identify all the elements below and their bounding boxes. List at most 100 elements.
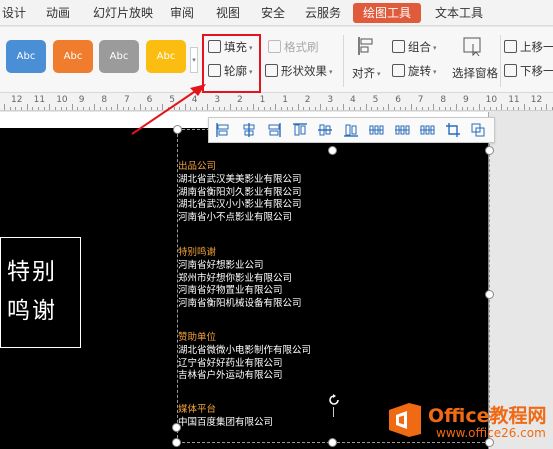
style-gallery-scroll[interactable]: ▾ (190, 47, 198, 73)
group-icon (392, 40, 405, 53)
ruler-tick (523, 104, 525, 110)
ruler-tick-label: 10 (485, 95, 498, 105)
group-button[interactable]: 组合 ▾ (392, 38, 437, 56)
ruler-tick (518, 107, 520, 110)
resize-handle[interactable] (328, 438, 337, 447)
align-icon (356, 35, 376, 57)
resize-handle[interactable] (485, 290, 494, 299)
tab-slideshow[interactable]: 幻灯片放映 (93, 0, 153, 26)
ruler-tick (422, 107, 424, 110)
selection-pane-label: 选择窗格 (452, 66, 498, 80)
ruler-tick (275, 104, 277, 110)
align-left-button[interactable] (215, 122, 231, 138)
distribute-horizontal-button[interactable] (368, 122, 384, 138)
ruler-tick (314, 107, 316, 110)
tab-design[interactable]: 设计 (2, 0, 26, 26)
ruler-tick (292, 107, 294, 110)
selection-pane-button[interactable]: 选择窗格 (452, 64, 498, 82)
tab-animation[interactable]: 动画 (46, 0, 70, 26)
ruler-tick-label: 4 (350, 95, 356, 105)
ruler-tick (433, 104, 435, 110)
resize-handle[interactable] (485, 146, 494, 155)
rotate-label: 旋转 (408, 64, 431, 78)
ruler-tick-label: 11 (508, 95, 520, 105)
tab-view[interactable]: 视图 (216, 0, 240, 26)
ruler-tick (43, 107, 45, 110)
align-bottom-button[interactable] (343, 122, 359, 138)
shape-style-orange[interactable]: Abc (53, 40, 93, 73)
rotate-handle-icon[interactable] (327, 393, 341, 407)
ruler-tick-label: 9 (78, 95, 85, 105)
align-left-icon (215, 123, 231, 141)
format-brush-button[interactable]: 格式刷 (268, 38, 319, 56)
shape-style-yellow[interactable]: Abc (146, 40, 186, 73)
resize-handle[interactable] (172, 423, 181, 432)
align-label: 对齐 (352, 66, 375, 80)
crop-icon (445, 123, 461, 141)
group-shapes-button[interactable] (470, 122, 486, 138)
menu-bar: 设计 动画 幻灯片放映 审阅 视图 安全 云服务 绘图工具 文本工具 (0, 0, 553, 26)
ruler-tick (9, 107, 11, 110)
bring-forward-button[interactable]: 上移一 (504, 38, 553, 56)
ruler-tick-label: 1 (282, 95, 288, 105)
ruler-tick-label: 9 (463, 95, 469, 105)
ruler-tick (246, 107, 248, 110)
ruler-tick (218, 107, 220, 110)
ruler-tick-label: 2 (237, 95, 243, 105)
ruler-tick (280, 107, 282, 110)
watermark-url: www.office26.com (436, 426, 546, 440)
tab-text-tools[interactable]: 文本工具 (435, 0, 483, 26)
tab-drawing-tools[interactable]: 绘图工具 (353, 3, 422, 23)
tab-cloud-service[interactable]: 云服务 (305, 0, 341, 26)
tab-security[interactable]: 安全 (261, 0, 285, 26)
ruler-tick (15, 107, 17, 110)
shape-style-gray[interactable]: Abc (99, 40, 139, 73)
ruler-tick (122, 107, 124, 110)
ruler-tick (371, 107, 373, 110)
resize-handle[interactable] (328, 146, 337, 155)
group-label: 组合 (408, 40, 431, 54)
horizontal-ruler: 12 11 10 9 8 7 6 5 4 3 2 1 1 2 3 4 5 6 7 8 9 10 11 12 (0, 93, 553, 111)
distribute-vertical-button[interactable] (419, 122, 435, 138)
align-top-button[interactable] (292, 122, 308, 138)
chevron-down-icon: ▾ (433, 67, 437, 76)
bring-forward-label: 上移一 (520, 40, 553, 54)
distribute-horizontal-icon (368, 125, 384, 141)
ruler-tick-label: 8 (440, 95, 447, 105)
align-button[interactable]: 对齐 ▾ (352, 64, 381, 82)
shape-effect-button[interactable]: 形状效果 ▾ (265, 62, 333, 80)
shape-style-blue[interactable]: Abc (6, 40, 46, 73)
ruler-tick-label: 6 (395, 95, 401, 105)
ruler-tick (478, 104, 480, 110)
ruler-tick (512, 107, 514, 110)
ruler-tick (405, 107, 407, 110)
group-shapes-icon (470, 123, 486, 141)
ruler-tick-label: 5 (372, 95, 379, 105)
chevron-down-icon: ▾ (433, 43, 437, 52)
distribute-centers-button[interactable] (394, 122, 410, 138)
ruler-tick-label: 7 (417, 95, 424, 105)
align-center-button[interactable] (241, 122, 257, 138)
ruler-tick (484, 107, 486, 110)
rotate-button[interactable]: 旋转 ▾ (392, 62, 437, 80)
ruler-tick (117, 104, 118, 110)
align-right-button[interactable] (266, 122, 282, 138)
title-text-box[interactable]: 特别 鸣谢 (0, 237, 81, 348)
align-middle-icon (317, 124, 333, 141)
align-right-icon (266, 123, 282, 141)
ruler-tick (495, 107, 497, 110)
ruler-tick (66, 107, 68, 110)
ruler-tick (416, 107, 418, 110)
align-top-icon (292, 123, 308, 141)
align-bottom-icon (343, 124, 359, 141)
tab-review[interactable]: 审阅 (170, 0, 194, 26)
ruler-tick (263, 107, 265, 110)
crop-button[interactable] (445, 122, 461, 138)
resize-handle[interactable] (172, 438, 181, 447)
align-middle-button[interactable] (317, 122, 333, 138)
send-backward-button[interactable]: 下移一 (504, 62, 553, 80)
annotation-arrow (131, 84, 206, 135)
ruler-tick-label: 12 (530, 95, 543, 105)
ruler-tick (303, 107, 305, 110)
ruler-tick (529, 107, 531, 110)
